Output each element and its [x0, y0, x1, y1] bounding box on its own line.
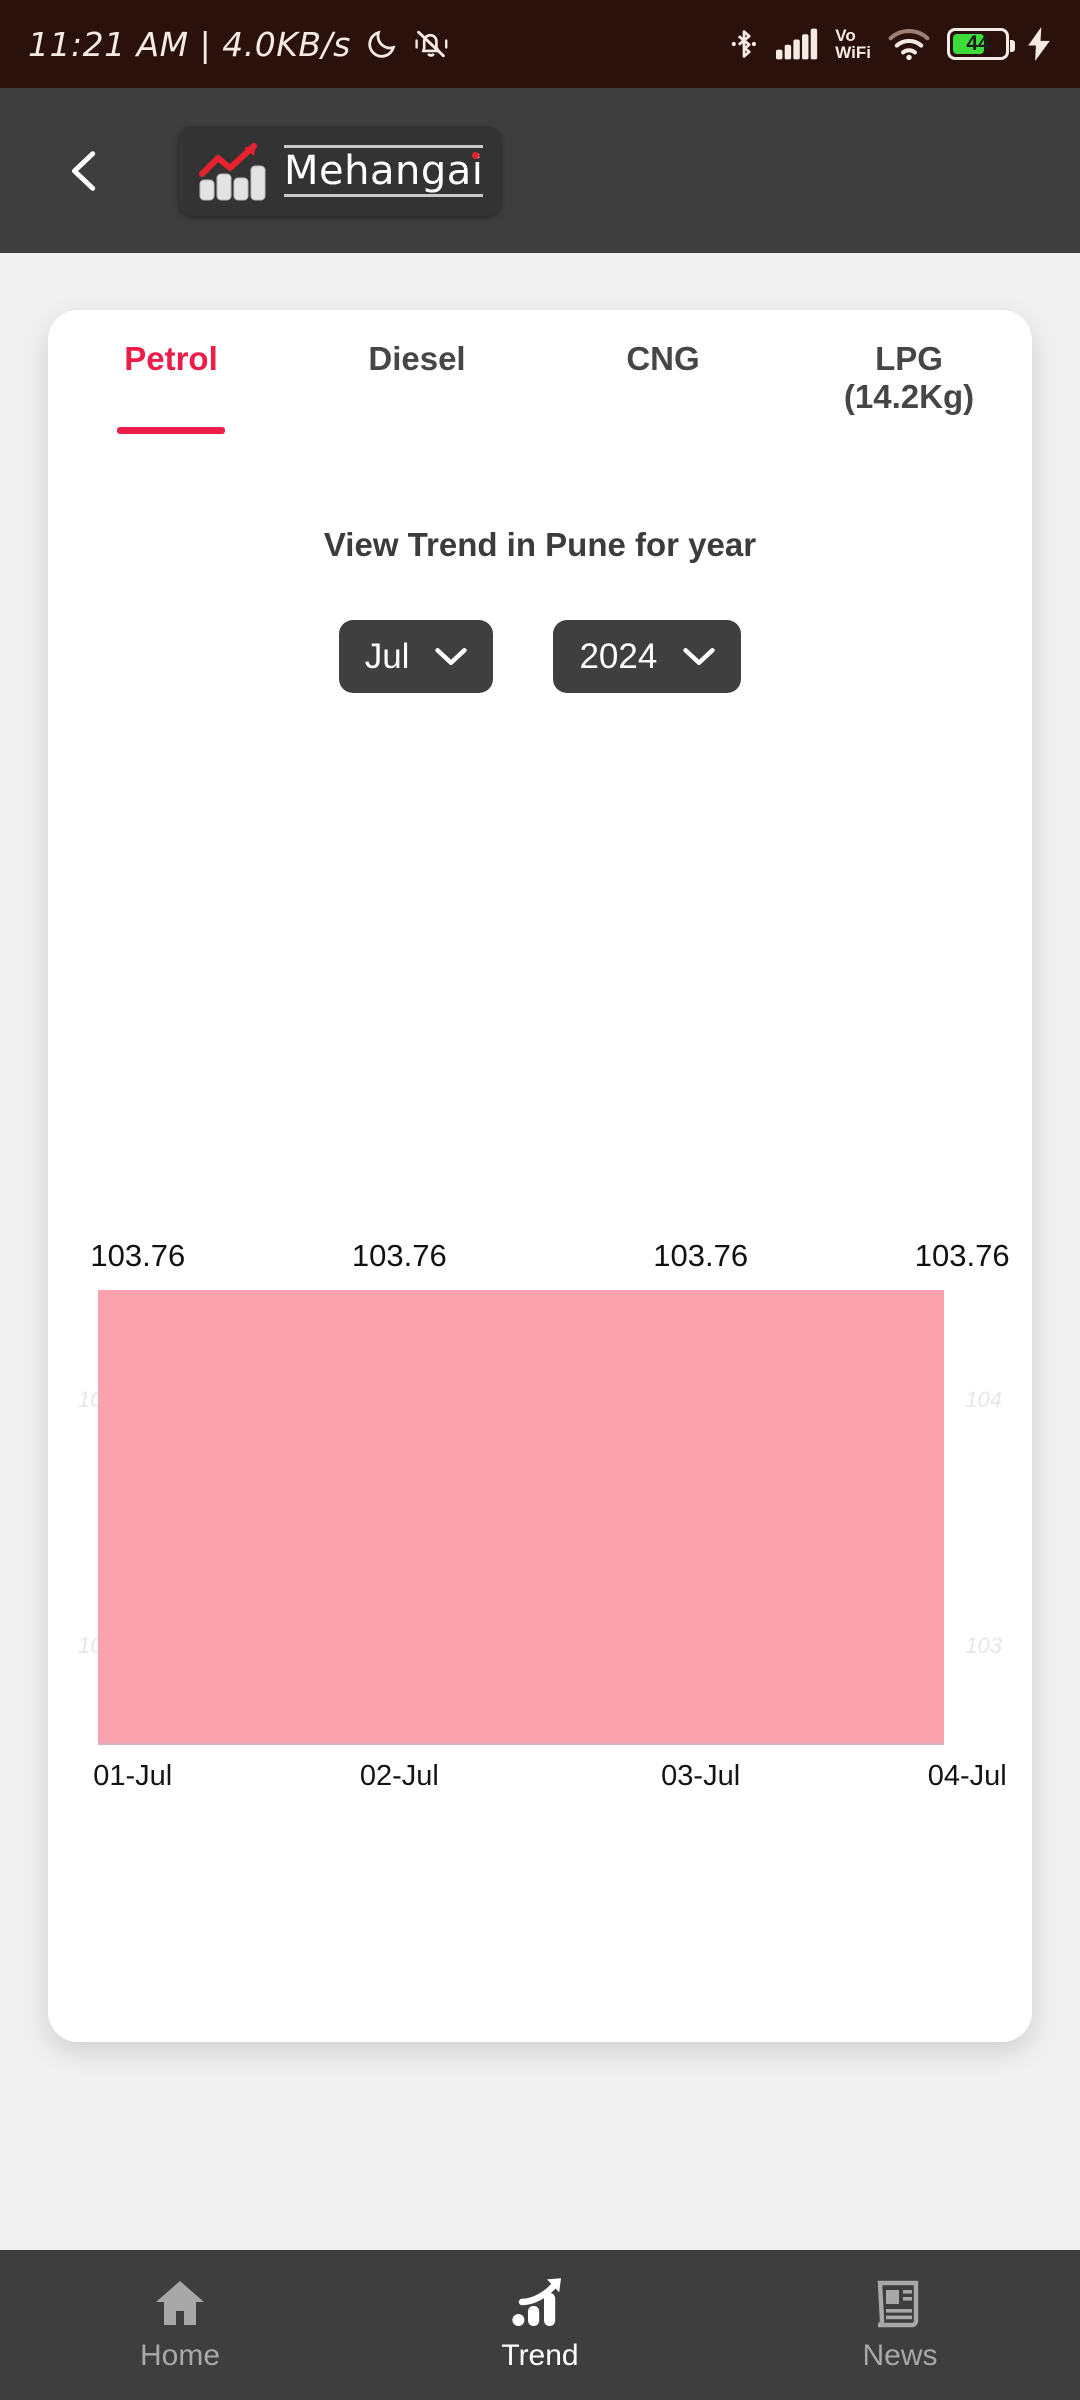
cellular-signal-icon	[776, 28, 818, 60]
chart-x-label: 02-Jul	[359, 1760, 439, 1792]
trend-card: Petrol Diesel CNG LPG (14.2Kg) View Tren…	[48, 310, 1032, 2042]
wifi-icon	[888, 28, 930, 60]
brand-name: Mehangai	[284, 147, 484, 194]
nav-item-home[interactable]: Home	[0, 2277, 360, 2373]
app-header: Mehangai	[0, 88, 1080, 253]
volte-wifi-indicator: Vo WiFi	[835, 27, 871, 61]
nav-item-news-label: News	[862, 2339, 938, 2372]
chart-point-label: 103.76	[351, 1238, 447, 1273]
charging-bolt-icon	[1028, 27, 1050, 61]
period-selectors: Jul 2024	[48, 620, 1032, 693]
chart-gridline-label-103-right: 103	[965, 1632, 1002, 1658]
trend-title: View Trend in Pune for year	[323, 526, 757, 563]
battery-percent: 44	[966, 32, 990, 55]
nav-item-home-label: Home	[139, 2339, 221, 2372]
brand-wordmark: Mehangai	[284, 139, 484, 203]
tab-lpg-label: LPG (14.2Kg)	[843, 340, 975, 415]
status-bar-right: Vo WiFi 44	[729, 27, 1052, 61]
chart-point-label: 103.76	[90, 1238, 186, 1273]
volte-line-1: Vo	[835, 26, 856, 45]
moon-icon	[368, 30, 396, 58]
tab-petrol-label: Petrol	[124, 340, 218, 377]
chevron-down-icon	[683, 647, 715, 665]
tab-active-indicator	[117, 427, 225, 434]
month-select-value: Jul	[364, 636, 410, 676]
chart-x-axis-labels: 01-Jul 02-Jul 03-Jul 04-Jul	[93, 1760, 1006, 1800]
chart-gridline-label-104-right: 104	[965, 1386, 1002, 1412]
price-trend-chart: 104 104 103 103 103.76 103.76 103.76 103.76 01…	[48, 920, 1032, 2010]
tab-cng[interactable]: CNG	[540, 340, 786, 442]
month-select[interactable]: Jul	[338, 620, 494, 693]
tab-diesel[interactable]: Diesel	[294, 340, 540, 442]
tab-diesel-label: Diesel	[368, 340, 466, 377]
chart-x-label: 04-Jul	[927, 1760, 1007, 1792]
chart-x-label: 03-Jul	[661, 1760, 741, 1792]
chart-x-label: 01-Jul	[93, 1760, 173, 1792]
status-bar: 11:21 AM | 4.0KB/s Vo WiFi 44	[0, 0, 1080, 88]
app-logo[interactable]: Mehangai	[178, 125, 502, 216]
app-root: 11:21 AM | 4.0KB/s Vo WiFi 44 Mehangai P…	[0, 0, 1080, 2400]
brand-rule-bottom	[284, 193, 484, 197]
battery-indicator: 44	[947, 28, 1015, 60]
nav-item-trend-label: Trend	[501, 2339, 579, 2372]
bluetooth-icon	[731, 30, 757, 58]
trend-up-icon	[512, 2278, 561, 2326]
nav-item-news[interactable]: News	[720, 2277, 1080, 2373]
status-bar-left: 11:21 AM | 4.0KB/s	[28, 25, 449, 64]
back-button[interactable]	[48, 134, 122, 208]
chevron-down-icon	[435, 647, 468, 665]
tab-petrol[interactable]: Petrol	[48, 340, 294, 442]
tab-lpg[interactable]: LPG (14.2Kg)	[786, 340, 1032, 442]
chart-point-label: 103.76	[914, 1238, 1010, 1273]
back-chevron-icon	[71, 150, 96, 191]
chart-point-label: 103.76	[653, 1238, 749, 1273]
chart-point-labels: 103.76 103.76 103.76 103.76	[90, 1238, 1009, 1278]
status-bar-clock: 11:21 AM | 4.0KB/s	[28, 24, 351, 64]
chart-plot-area[interactable]	[98, 1290, 944, 1745]
chart-inner: 104 104 103 103 103.76 103.76 103.76 103.76 01…	[64, 920, 1016, 2010]
home-icon	[156, 2281, 204, 2325]
bell-slash-icon	[415, 30, 448, 58]
tab-cng-label: CNG	[626, 340, 700, 377]
chart-area-fill	[98, 1290, 944, 1745]
chart-axis-line	[98, 1743, 944, 1745]
nav-item-trend[interactable]: Trend	[360, 2277, 720, 2373]
year-select[interactable]: 2024	[553, 620, 742, 693]
fuel-tabs: Petrol Diesel CNG LPG (14.2Kg)	[48, 310, 1032, 442]
year-select-value: 2024	[579, 636, 658, 676]
bottom-navigation: Home Trend News	[0, 2250, 1080, 2400]
newspaper-icon	[877, 2280, 919, 2328]
mehangai-logo-icon	[199, 142, 266, 200]
volte-line-2: WiFi	[835, 43, 871, 62]
